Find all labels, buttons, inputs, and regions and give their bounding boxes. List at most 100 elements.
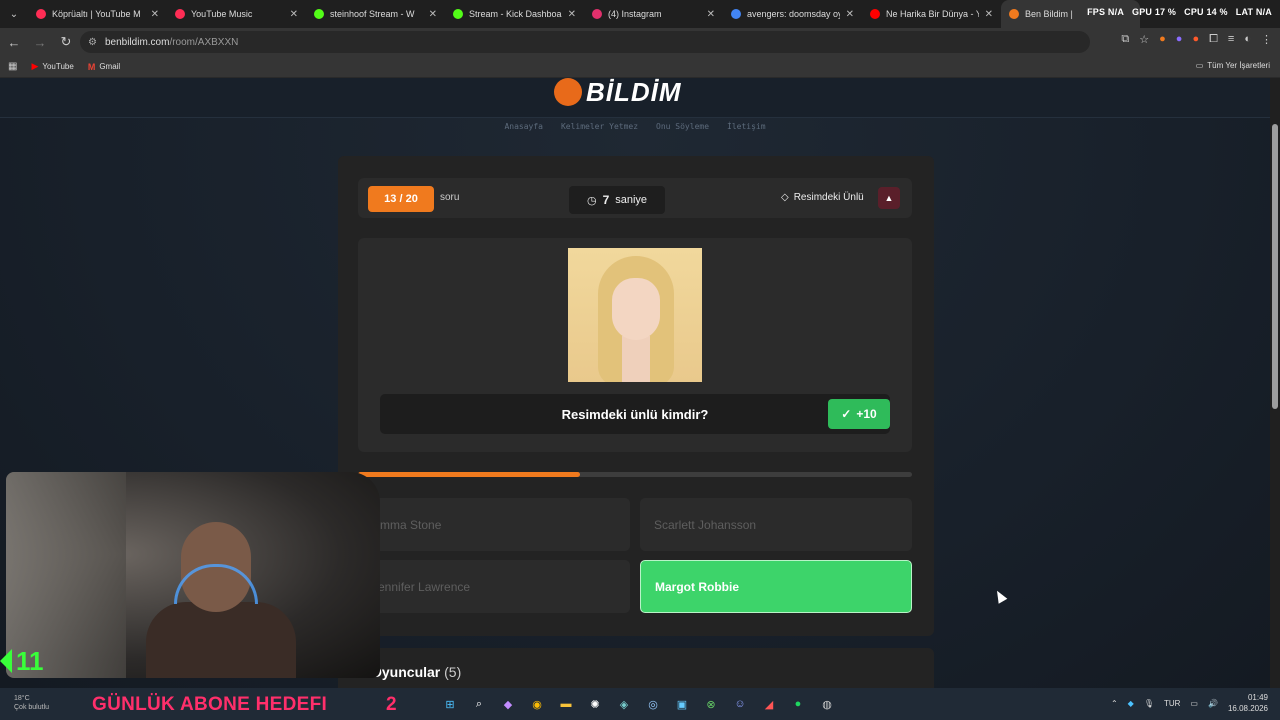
page-scrollbar[interactable] [1270,78,1280,688]
tab-favicon-icon [36,9,46,19]
tab-close-icon[interactable]: ✕ [429,9,437,20]
gpu-stat: GPU 17 % [1132,7,1177,17]
browser-tab[interactable]: steinhoof Stream - W ✕ [306,0,445,28]
all-bookmarks[interactable]: ▭ Tüm Yer İşaretleri [1196,61,1270,70]
xbox-icon[interactable]: ⊗ [701,694,721,714]
tab-title: (4) Instagram [608,9,662,19]
site-info-icon[interactable]: ⚙ [88,37,97,48]
extension-icon[interactable]: ● [1159,33,1166,46]
volume-icon[interactable]: 🔊 [1208,699,1218,708]
forward-arrow-icon[interactable]: → [28,30,52,54]
category-text: Resimdeki Ünlü [793,192,864,203]
cpu-stat: CPU 14 % [1184,7,1228,17]
players-heading: Oyuncular (5) [371,664,461,680]
browser-tab[interactable]: Köprüaltı | YouTube M ✕ [28,0,167,28]
taskbar: 18°C Çok bulutlu GÜNLÜK ABONE HEDEFI 2 ⊞… [0,688,1280,720]
address-bar[interactable]: ⚙ benbildim.com/room/AXBXXN [80,31,1090,53]
profile-avatar-icon[interactable]: ◐ [1244,33,1251,46]
media-app-icon[interactable]: ◢ [759,694,779,714]
subscriber-goal-value: 2 [386,694,397,715]
browser-tab[interactable]: (4) Instagram ✕ [584,0,723,28]
settings-gear-icon[interactable]: ✺ [585,694,605,714]
tab-close-icon[interactable]: ✕ [290,9,298,20]
stream-counter-value: 11 [16,645,44,676]
tag-icon: ◇ [781,192,789,203]
spotify-icon[interactable]: ● [788,694,808,714]
chrome-icon[interactable]: ◉ [527,694,547,714]
answer-option-2[interactable]: Scarlett Johansson [640,498,912,551]
menu-kebab-icon[interactable]: ⋮ [1261,33,1272,46]
tab-title: Stream - Kick Dashboard [469,9,562,19]
nav-link-home[interactable]: Anasayfa [504,122,543,131]
timer: ◷ 7 saniye [569,186,665,214]
back-arrow-icon[interactable]: ← [2,30,26,54]
clock-time: 01:49 [1247,693,1268,702]
extension-icon[interactable]: ● [1176,33,1183,46]
tab-title: avengers: doomsday oyu [747,9,840,19]
subscriber-goal-text: GÜNLÜK ABONE HEDEFI [92,694,328,715]
players-count: (5) [444,664,462,680]
steam-icon[interactable]: ◎ [643,694,663,714]
tab-close-icon[interactable]: ✕ [985,9,993,20]
tab-close-icon[interactable]: ✕ [846,9,854,20]
tab-strip: ⌄ Köprüaltı | YouTube M ✕ YouTube Music ✕ st… [0,0,1280,28]
warning-icon: ▲ [884,193,894,203]
browser-tab[interactable]: Stream - Kick Dashboard ✕ [445,0,584,28]
tab-close-icon[interactable]: ✕ [568,9,576,20]
question-text: Resimdeki ünlü kimdir? [561,407,709,422]
microphone-icon[interactable]: 🎙 [1144,699,1154,708]
progress-fill [358,472,580,477]
stream-counter: 11 [0,646,44,676]
players-panel: Oyuncular (5) [338,648,934,688]
answer-option-4-correct[interactable]: Margot Robbie [640,560,912,613]
bookmark-gmail[interactable]: M Gmail [88,62,120,72]
report-button[interactable]: ▲ [878,187,900,209]
media-controls-icon[interactable]: ≡ [1228,33,1234,46]
language-indicator[interactable]: TUR [1164,699,1180,708]
tab-title: Ne Harika Bir Dünya - You [886,9,979,19]
install-icon[interactable]: ⧉ [1121,33,1129,46]
system-tray: ⌃ ◆ 🎙 TUR ▭ 🔊 01:49 16.08.2026 [1111,692,1268,714]
clock[interactable]: 01:49 16.08.2026 [1228,692,1268,714]
monitor-icon[interactable]: ▭ [1190,699,1198,708]
obs-icon[interactable]: ◍ [817,694,837,714]
question-counter-label: soru [440,192,460,203]
windows-start-icon[interactable]: ⊞ [440,694,460,714]
weather-widget[interactable]: 18°C Çok bulutlu [14,694,49,712]
browser-tab[interactable]: YouTube Music ✕ [167,0,306,28]
logo-mark-icon [554,78,582,106]
nav-link-iletisim[interactable]: İletişim [727,122,766,131]
photos-icon[interactable]: ▣ [672,694,692,714]
answer-option-3[interactable]: Jennifer Lawrence [358,560,630,613]
file-explorer-icon[interactable]: ▬ [556,694,576,714]
app-icon[interactable]: ◈ [614,694,634,714]
browser-tab[interactable]: Ne Harika Bir Dünya - You ✕ [862,0,1001,28]
bookmark-label: Gmail [99,62,121,71]
nav-link-kelimeler-yetmez[interactable]: Kelimeler Yetmez [561,122,638,131]
search-icon[interactable]: ⌕ [469,694,489,714]
time-progress-bar [358,472,912,477]
reload-icon[interactable]: ↻ [54,30,78,54]
extension-icon[interactable]: ● [1192,33,1199,46]
discord-icon[interactable]: ☺ [730,694,750,714]
site-logo[interactable]: BİLDİM [554,78,714,112]
clock-icon: ◷ [586,194,597,207]
bookmark-star-icon[interactable]: ☆ [1139,33,1149,46]
tab-search-chevron-icon[interactable]: ⌄ [0,0,28,28]
tab-close-icon[interactable]: ✕ [151,9,159,20]
points-value: +10 [856,407,877,421]
tab-favicon-icon [314,9,324,19]
chevron-up-icon[interactable]: ⌃ [1111,699,1118,708]
tab-close-icon[interactable]: ✕ [707,9,715,20]
apps-grid-icon[interactable]: ▦ [8,61,17,72]
answer-option-1[interactable]: Emma Stone [358,498,630,551]
copilot-icon[interactable]: ◆ [498,694,518,714]
network-app-icon[interactable]: ◆ [1128,699,1134,708]
arrow-left-icon [0,649,12,673]
bookmark-youtube[interactable]: ▶ YouTube [31,61,73,72]
browser-tab[interactable]: avengers: doomsday oyu ✕ [723,0,862,28]
question-box: Resimdeki ünlü kimdir? ✓ +10 [380,394,890,434]
extensions-puzzle-icon[interactable]: ⧠ [1209,33,1218,46]
nav-link-onu-soyleme[interactable]: Onu Söyleme [656,122,709,131]
folder-icon: ▭ [1195,61,1204,70]
